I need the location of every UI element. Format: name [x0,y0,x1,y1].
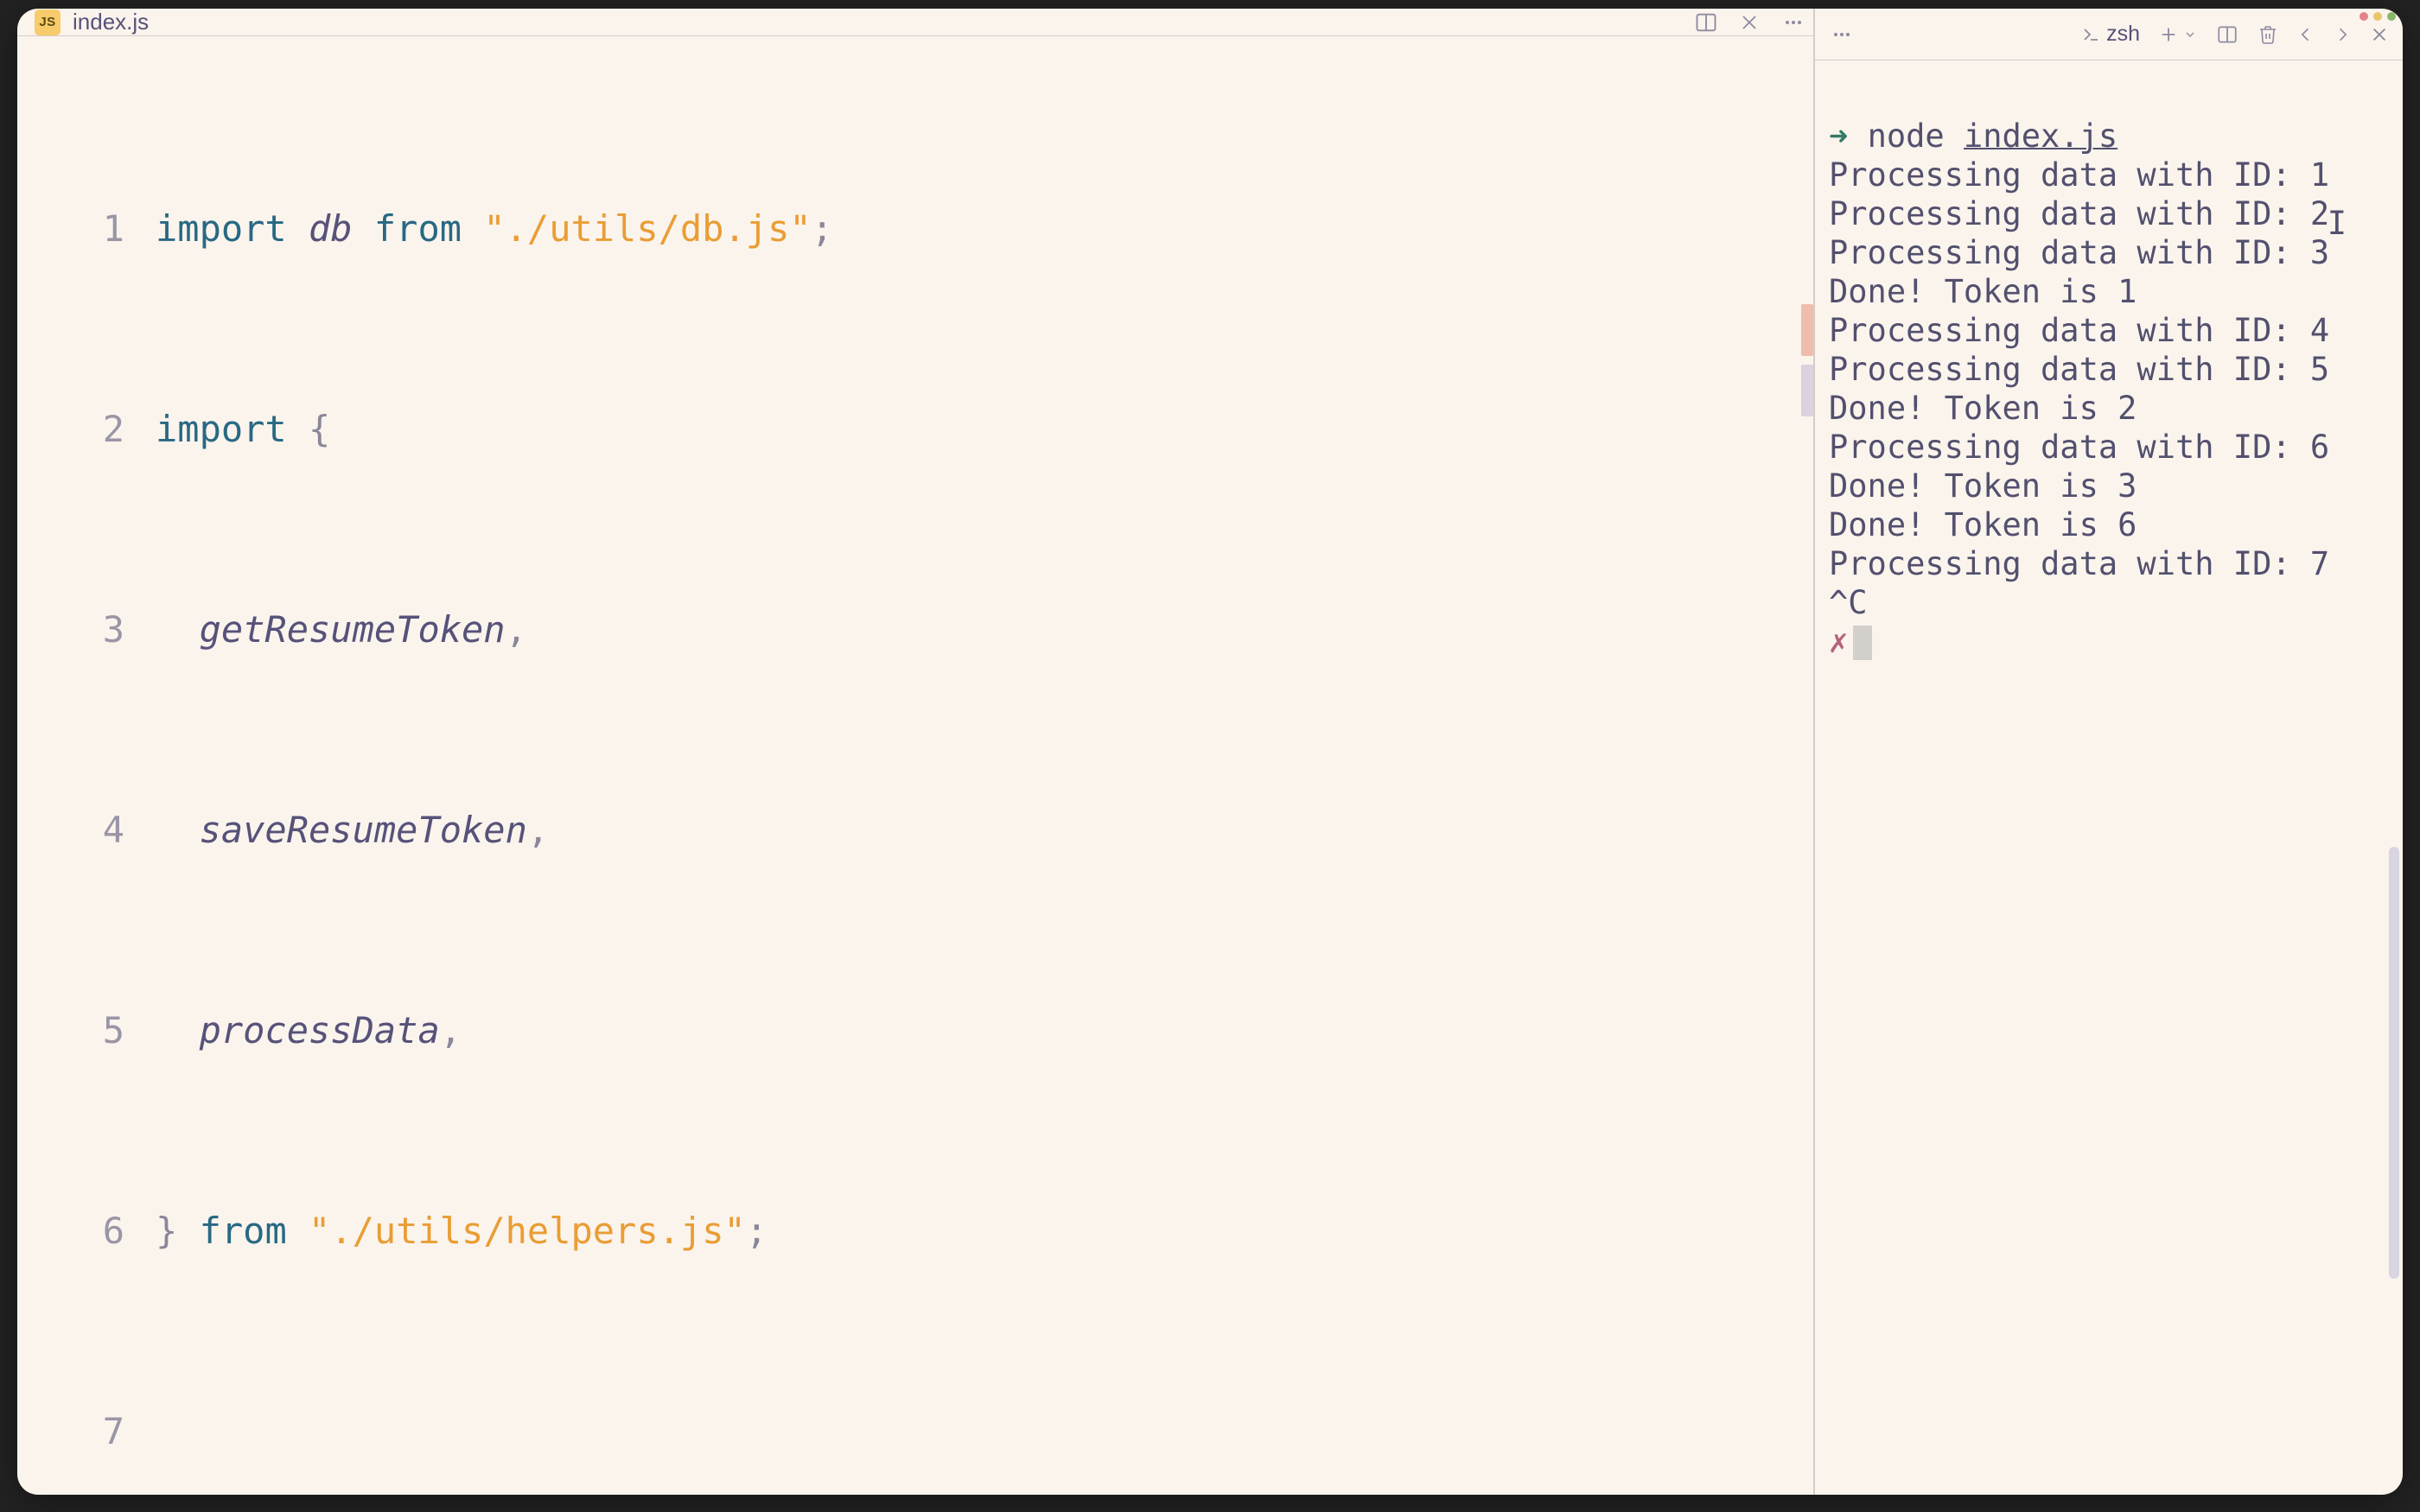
split-editor-icon[interactable] [1694,10,1718,35]
string: "./utils/helpers.js" [309,1210,746,1252]
terminal-next-icon[interactable] [2334,24,2351,45]
terminal-cursor [1853,626,1872,660]
terminal-prev-icon[interactable] [2297,24,2315,45]
minimap-mark [1801,304,1813,356]
punct: , [440,1009,462,1051]
close-panel-icon[interactable] [2370,25,2389,44]
terminal-line: Done! Token is 6 [1829,506,2137,543]
new-terminal-dropdown-icon[interactable] [2183,28,2197,41]
terminal-line: Processing data with ID: 4 [1829,312,2329,349]
terminal-line: Done! Token is 1 [1829,273,2137,310]
editor-pane: JS index.js 1import db from "./utils/db.… [17,9,1815,1495]
keyword: from [200,1210,287,1252]
terminal-titlebar: zsh [1815,9,2403,60]
terminal-line: Done! Token is 3 [1829,467,2137,505]
identifier: db [309,207,353,250]
line-number: 2 [17,404,156,454]
line-number: 6 [17,1206,156,1256]
editor-tab-actions [1694,10,1806,35]
punct: { [309,408,330,450]
minimap-mark [1801,365,1813,416]
window-maximize-dot[interactable] [2387,12,2396,21]
window-controls [2360,12,2396,21]
punct: , [527,809,549,851]
editor-tabbar: JS index.js [17,9,1813,36]
close-tab-icon[interactable] [1739,12,1760,33]
terminal-shell-label: zsh [2106,22,2140,47]
keyword: import [156,408,287,450]
terminal-line: Processing data with ID: 6 [1829,429,2329,466]
terminal-line: Processing data with ID: 3 [1829,234,2329,271]
identifier: processData [200,1009,440,1051]
split-terminal-icon[interactable] [2216,23,2238,46]
line-number: 5 [17,1006,156,1056]
terminal-text-cursor: I [2328,205,2347,242]
terminal-line: Processing data with ID: 2 [1829,195,2329,232]
window-close-dot[interactable] [2360,12,2368,21]
app-window: JS index.js 1import db from "./utils/db.… [17,9,2403,1495]
line-number: 1 [17,204,156,254]
prompt-arrow-icon: ➜ [1829,118,1848,155]
new-terminal-icon[interactable] [2159,25,2178,44]
keyword: from [374,207,462,250]
terminal-command-prefix: node [1868,118,1964,155]
terminal-line: Processing data with ID: 5 [1829,351,2329,388]
terminal-pane: zsh ➜ node index.js Processing data with… [1815,9,2403,1495]
js-file-icon: JS [35,10,60,35]
punct: ; [746,1210,767,1252]
terminal-output[interactable]: ➜ node index.js Processing data with ID:… [1815,60,2403,1495]
terminal-scrollbar[interactable] [2389,847,2399,1279]
terminal-command-file: index.js [1964,118,2118,155]
terminal-line: Processing data with ID: 1 [1829,156,2329,194]
punct: } [156,1210,177,1252]
file-tab[interactable]: JS index.js [35,9,149,35]
line-number: 7 [17,1407,156,1457]
punct: , [506,608,527,651]
terminal-line: Done! Token is 2 [1829,390,2137,427]
line-number: 3 [17,605,156,655]
terminal-line: Processing data with ID: 7 [1829,545,2329,582]
line-number: 4 [17,805,156,855]
keyword: import [156,207,287,250]
kill-terminal-icon[interactable] [2258,23,2278,46]
identifier: getResumeToken [200,608,506,651]
terminal-more-icon[interactable] [1829,24,1855,45]
terminal-line: ^C [1829,584,1868,621]
window-minimize-dot[interactable] [2373,12,2382,21]
string: "./utils/db.js" [483,207,811,250]
prompt-fail-icon: ✗ [1829,623,1848,660]
terminal-shell-selector[interactable]: zsh [2080,22,2140,47]
punct: ; [812,207,833,250]
editor-minimap[interactable] [1798,105,1813,1453]
more-tab-actions-icon[interactable] [1780,12,1806,33]
code-editor[interactable]: 1import db from "./utils/db.js"; 2import… [17,36,1813,1495]
file-tab-label: index.js [73,9,149,35]
identifier: saveResumeToken [200,809,527,851]
